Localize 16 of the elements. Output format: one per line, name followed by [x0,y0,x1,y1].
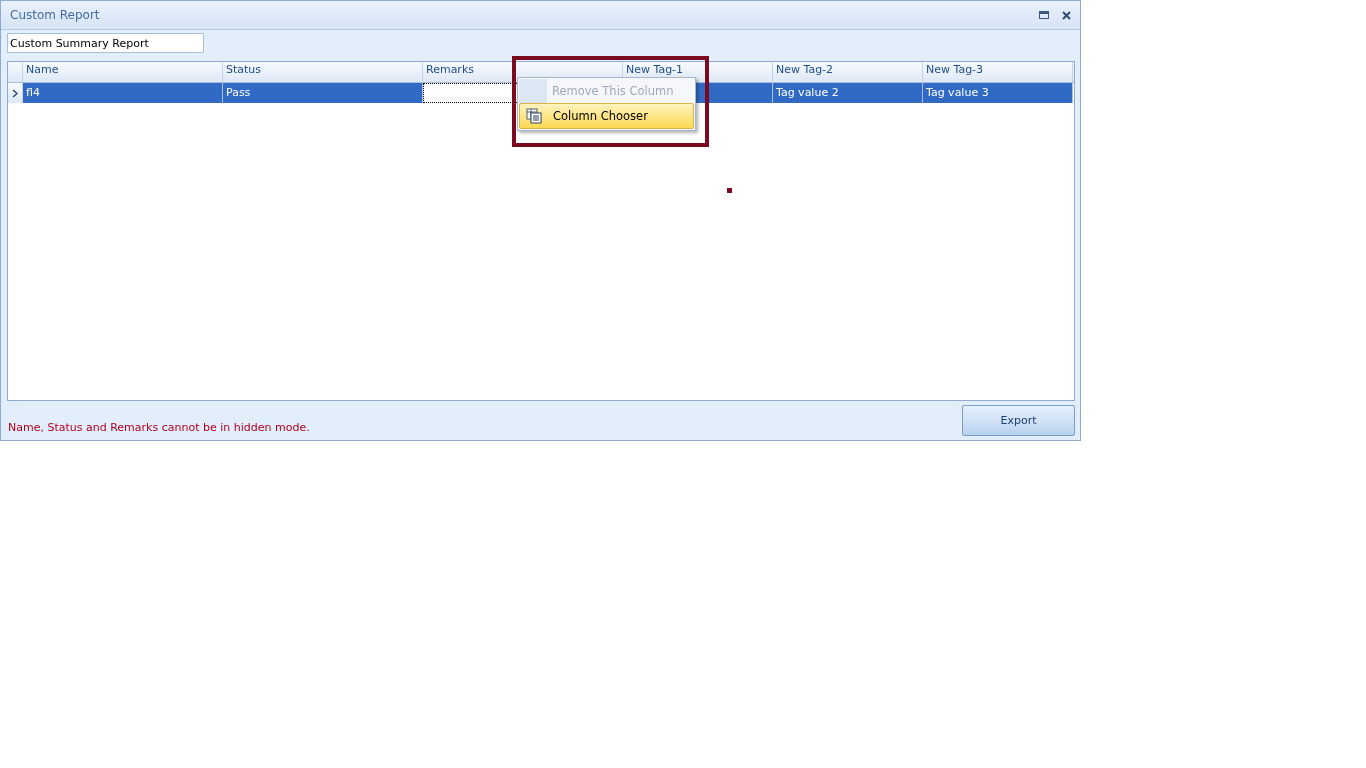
table-cell: fl4 [23,83,223,103]
maximize-icon[interactable] [1038,9,1050,21]
column-header[interactable]: New Tag-2 [773,62,923,82]
column-header[interactable]: Name [23,62,223,82]
table-cell: Tag value 2 [773,83,923,103]
export-button[interactable]: Export [962,405,1075,436]
menu-item[interactable]: Column Chooser [519,103,694,129]
window-title: Custom Report [10,8,101,22]
report-name-field[interactable]: Custom Summary Report [7,33,204,53]
column-header[interactable]: Status [223,62,423,82]
close-icon[interactable] [1060,9,1072,21]
table-cell: Pass [223,83,423,103]
hint-message: Name, Status and Remarks cannot be in hidden mode. [8,421,310,434]
column-header[interactable]: New Tag-3 [923,62,1073,82]
columns-icon [526,108,542,124]
table-cell: Tag value 3 [923,83,1073,103]
